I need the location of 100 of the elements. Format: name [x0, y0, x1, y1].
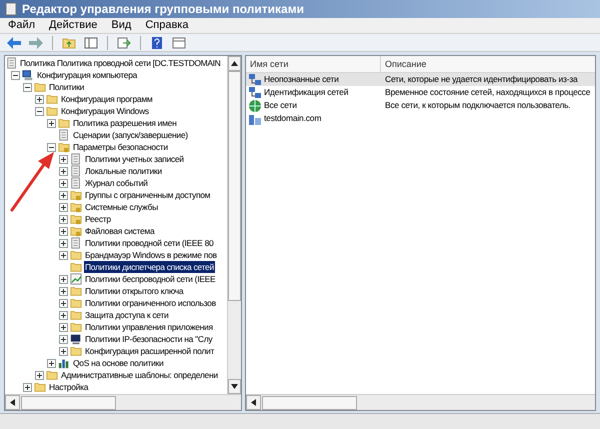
scroll-left-icon[interactable]: [246, 395, 261, 410]
expand-toggle[interactable]: [59, 190, 68, 200]
expand-toggle[interactable]: [59, 286, 68, 296]
locked-folder-icon: [70, 213, 82, 225]
network-name: Идентификация сетей: [264, 86, 348, 99]
expand-toggle[interactable]: [35, 370, 44, 380]
annotation-arrow: [9, 151, 57, 213]
tree-item[interactable]: Политики открытого ключа: [84, 285, 184, 297]
expand-toggle[interactable]: [59, 178, 68, 188]
folder-icon: [70, 345, 82, 357]
tree-item[interactable]: Политики управления приложения: [84, 321, 214, 333]
menu-item[interactable]: Действие: [49, 17, 98, 34]
scroll-thumb[interactable]: [262, 396, 357, 410]
tree-item[interactable]: Настройка: [48, 381, 90, 393]
folder-icon: [70, 309, 82, 321]
network-description: Все сети, к которым подключается пользователь.: [384, 99, 572, 112]
tree-item[interactable]: Системные службы: [84, 201, 159, 213]
folder-icon: [46, 369, 58, 381]
expand-toggle[interactable]: [23, 382, 32, 392]
tree-item[interactable]: Политики ограниченного использов: [84, 297, 217, 309]
tree-item[interactable]: Конфигурация Windows: [60, 105, 150, 117]
tree-item[interactable]: Локальные политики: [84, 165, 163, 177]
collapse-toggle[interactable]: [11, 70, 20, 80]
expand-toggle[interactable]: [35, 94, 44, 104]
folder-icon: [34, 81, 46, 93]
expand-toggle[interactable]: [59, 346, 68, 356]
scroll-down-icon[interactable]: [228, 379, 241, 394]
collapse-toggle[interactable]: [23, 82, 32, 92]
network-name: testdomain.com: [264, 112, 322, 125]
expand-toggle[interactable]: [59, 238, 68, 248]
tree-root[interactable]: Политика Политика проводной сети [DC.TESTDOMAIN: [20, 57, 220, 69]
folder-icon: [70, 321, 82, 333]
expand-toggle[interactable]: [59, 322, 68, 332]
collapse-toggle[interactable]: [47, 142, 56, 152]
tree-item[interactable]: Политики проводной сети (IEEE 80: [84, 237, 214, 249]
app-icon: [4, 2, 18, 16]
scroll-thumb[interactable]: [21, 396, 116, 410]
tree-item[interactable]: Брандмауэр Windows в режиме пов: [84, 249, 218, 261]
tree-item[interactable]: Политики диспетчера списка сетей: [84, 261, 215, 273]
expand-toggle[interactable]: [59, 250, 68, 260]
scroll-left-icon[interactable]: [5, 395, 20, 410]
folder-icon: [70, 249, 82, 261]
collapse-toggle[interactable]: [35, 106, 44, 116]
expand-toggle[interactable]: [47, 358, 56, 368]
locked-folder-icon: [70, 225, 82, 237]
locked-folder-icon: [70, 201, 82, 213]
network-icon: [248, 86, 262, 100]
tree-item[interactable]: Параметры безопасности: [72, 141, 169, 153]
tree-item[interactable]: Политики учетных записей: [84, 153, 185, 165]
expand-toggle[interactable]: [59, 154, 68, 164]
expand-toggle[interactable]: [59, 226, 68, 236]
menu-item[interactable]: Файл: [8, 17, 36, 34]
expand-toggle[interactable]: [59, 310, 68, 320]
globe-icon: [248, 98, 262, 112]
tree-item[interactable]: Файловая система: [84, 225, 156, 237]
expand-toggle[interactable]: [59, 202, 68, 212]
tree-item[interactable]: Журнал событий: [84, 177, 149, 189]
chart-icon: [70, 273, 82, 285]
tree-item[interactable]: Политики: [48, 81, 86, 93]
tree-item[interactable]: Конфигурация расширенной полит: [84, 345, 216, 357]
tree-item[interactable]: Сценарии (запуск/завершение): [72, 129, 189, 141]
document-icon: [70, 153, 82, 165]
horizontal-scrollbar[interactable]: [246, 394, 595, 410]
tree-item[interactable]: Группы с ограниченным доступом: [84, 189, 212, 201]
expand-toggle[interactable]: [59, 334, 68, 344]
tree-item[interactable]: Политика разрешения имен: [72, 117, 178, 129]
document-icon: [58, 129, 70, 141]
tree-item[interactable]: Конфигурация программ: [60, 93, 154, 105]
tree-item[interactable]: Политики беспроводной сети (IEEE: [84, 273, 216, 285]
menu-item[interactable]: Справка: [145, 17, 188, 34]
folder-icon: [70, 285, 82, 297]
tree-item[interactable]: QoS на основе политики: [72, 357, 164, 369]
scroll-thumb[interactable]: [228, 71, 241, 301]
network-description: Сети, которые не удается идентифицировать из-за: [384, 73, 579, 86]
list-row[interactable]: testdomain.com: [246, 112, 595, 125]
expand-toggle[interactable]: [59, 298, 68, 308]
folder-icon: [58, 117, 70, 129]
horizontal-scrollbar[interactable]: [5, 394, 241, 410]
expand-toggle[interactable]: [59, 214, 68, 224]
column-header[interactable]: Имя сети: [246, 56, 381, 72]
menu-item[interactable]: Вид: [111, 17, 132, 34]
tree-item[interactable]: Административные шаблоны: определени: [60, 369, 219, 381]
folder-icon: [70, 297, 82, 309]
expand-toggle[interactable]: [47, 118, 56, 128]
document-icon: [70, 177, 82, 189]
column-header[interactable]: Описание: [381, 56, 595, 72]
list-row[interactable]: Идентификация сетей Временное состояние сетей, находящихся в процессе: [246, 86, 595, 99]
tree-item[interactable]: Защита доступа к сети: [84, 309, 170, 321]
tree-item[interactable]: Реестр: [84, 213, 112, 225]
folder-icon: [46, 93, 58, 105]
list-row[interactable]: Неопознанные сети Сети, которые не удается идентифицировать из-за: [246, 73, 595, 86]
list-row[interactable]: Все сети Все сети, к которым подключается пользователь.: [246, 99, 595, 112]
vertical-scrollbar[interactable]: [227, 56, 241, 394]
tree-item[interactable]: Конфигурация компьютера: [36, 69, 138, 81]
expand-toggle[interactable]: [59, 166, 68, 176]
locked-folder-icon: [58, 141, 70, 153]
tree-item[interactable]: Политики IP-безопасности на "Слу: [84, 333, 214, 345]
expand-toggle[interactable]: [59, 274, 68, 284]
scroll-up-icon[interactable]: [228, 56, 241, 71]
document-icon: [70, 165, 82, 177]
